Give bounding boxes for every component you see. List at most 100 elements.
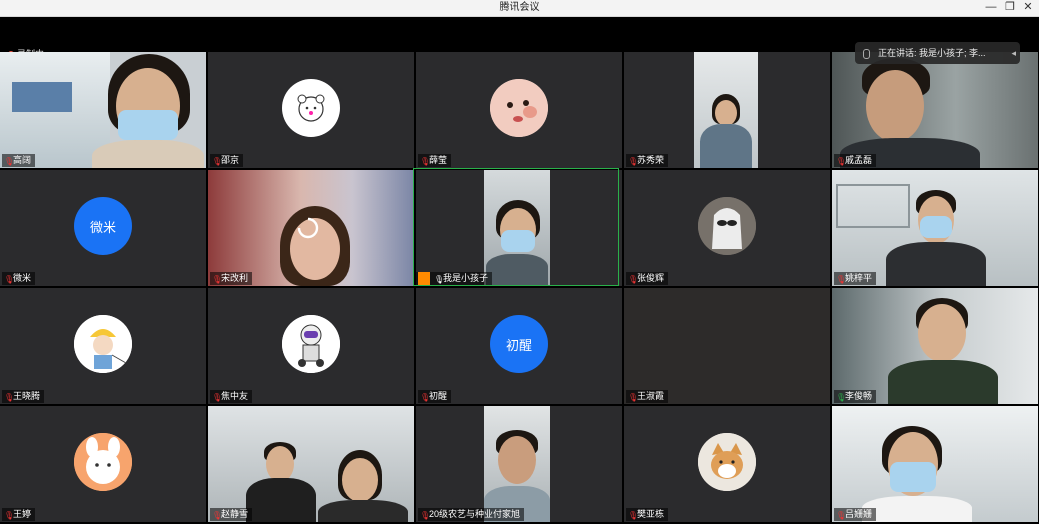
shirt — [318, 500, 408, 522]
video-feed — [484, 170, 550, 286]
mic-icon — [863, 48, 870, 59]
participant-tile[interactable]: 🎙高阔 — [0, 52, 206, 168]
mic-muted-icon: 🎙 — [4, 275, 15, 284]
shirt — [92, 140, 204, 168]
participant-name: 🎙高阔 — [2, 154, 36, 167]
participant-name: 🎙我是小孩子 — [416, 272, 493, 285]
mic-active-icon: 🎙 — [836, 393, 847, 402]
participant-tile[interactable]: 🎙吕姗姗 — [832, 406, 1038, 522]
shiba-dog-icon — [698, 433, 756, 491]
participant-tile[interactable]: 初醒 🎙初醒 — [416, 288, 622, 404]
face-mask — [890, 462, 936, 492]
shirt — [246, 478, 316, 522]
participant-tile[interactable]: 🎙王晓腾 — [0, 288, 206, 404]
jacket — [486, 254, 548, 286]
mic-active-icon: 🎙 — [434, 275, 445, 284]
child-photo-icon — [490, 79, 548, 137]
face — [342, 458, 378, 502]
participant-tile[interactable]: 🎙姚梓平 — [832, 170, 1038, 286]
avatar — [698, 433, 756, 491]
ghost-icon — [698, 197, 756, 255]
mic-muted-icon: 🎙 — [836, 511, 847, 520]
speaking-text: 正在讲话: 我是小孩子; 李... — [878, 48, 986, 58]
mic-muted-icon: 🎙 — [420, 393, 431, 402]
participant-tile[interactable]: 🎙王婷 — [0, 406, 206, 522]
face — [266, 446, 294, 482]
participant-name: 🎙苏秀荣 — [626, 154, 669, 167]
window-title: 腾讯会议 — [499, 2, 540, 13]
mic-muted-icon: 🎙 — [628, 275, 639, 284]
mic-muted-icon: 🎙 — [4, 393, 15, 402]
avatar — [74, 433, 132, 491]
face-mask — [118, 110, 178, 140]
mic-muted-icon: 🎙 — [628, 157, 639, 166]
cartoon-fisher-icon — [74, 315, 132, 373]
participant-name: 🎙焦中友 — [210, 390, 253, 403]
participant-name: 🎙王晓腾 — [2, 390, 45, 403]
mic-muted-icon: 🎙 — [628, 393, 639, 402]
participant-name: 🎙李俊畅 — [834, 390, 877, 403]
speaking-indicator: 正在讲话: 我是小孩子; 李... ◂ — [855, 42, 1020, 64]
avatar — [282, 79, 340, 137]
participant-tile[interactable]: 微米 🎙微米 — [0, 170, 206, 286]
close-icon[interactable]: ✕ — [1017, 0, 1039, 16]
participant-name: 🎙20级农艺与种业付家旭 — [418, 508, 525, 521]
video-grid: 🎙高阔 🎙邵京 🎙薛莹 🎙苏秀荣 🎙戚孟磊 微米 🎙微米 🎙宋改利 🎙我是小孩子… — [0, 52, 1039, 524]
jacket — [700, 124, 752, 168]
participant-tile[interactable]: 🎙邵京 — [208, 52, 414, 168]
participant-tile[interactable]: 🎙王淑霞 — [624, 288, 830, 404]
face-mask — [501, 230, 535, 252]
lab-shelf — [836, 184, 910, 228]
participant-tile[interactable]: 🎙戚孟磊 — [832, 52, 1038, 168]
avatar: 微米 — [74, 197, 132, 255]
mic-muted-icon: 🎙 — [4, 157, 15, 166]
participant-tile[interactable]: 🎙焦中友 — [208, 288, 414, 404]
mic-muted-icon: 🎙 — [420, 511, 431, 520]
face — [866, 70, 924, 142]
avatar: 初醒 — [490, 315, 548, 373]
participant-tile[interactable]: 🎙薛莹 — [416, 52, 622, 168]
video-feed — [484, 406, 550, 522]
video-feed — [694, 52, 758, 168]
participant-name: 🎙赵静雪 — [210, 508, 253, 521]
astronaut-icon — [282, 315, 340, 373]
participant-name: 🎙樊亚栋 — [626, 508, 669, 521]
participant-tile[interactable]: 🎙我是小孩子 — [416, 170, 622, 286]
mic-muted-icon: 🎙 — [4, 511, 15, 520]
participant-tile[interactable]: 🎙樊亚栋 — [624, 406, 830, 522]
collapse-icon[interactable]: ◂ — [1011, 42, 1016, 64]
mic-muted-icon: 🎙 — [212, 157, 223, 166]
avatar — [490, 79, 548, 137]
avatar — [282, 315, 340, 373]
title-bar: 腾讯会议 — ❐ ✕ — [0, 0, 1039, 17]
mic-muted-icon: 🎙 — [836, 275, 847, 284]
mic-muted-icon: 🎙 — [212, 275, 223, 284]
participant-name: 🎙邵京 — [210, 154, 244, 167]
participant-tile[interactable]: 🎙20级农艺与种业付家旭 — [416, 406, 622, 522]
participant-tile[interactable]: 🎙赵静雪 — [208, 406, 414, 522]
participant-name: 🎙王淑霞 — [626, 390, 669, 403]
host-badge-icon — [418, 272, 430, 285]
face — [715, 100, 737, 126]
mic-muted-icon: 🎙 — [420, 157, 431, 166]
loading-spinner-icon — [297, 217, 319, 239]
mic-muted-icon: 🎙 — [836, 157, 847, 166]
participant-name: 🎙初醒 — [418, 390, 452, 403]
participant-name: 🎙薛莹 — [418, 154, 452, 167]
avatar — [74, 315, 132, 373]
shirt — [888, 360, 998, 404]
participant-tile[interactable]: 🎙宋改利 — [208, 170, 414, 286]
mic-muted-icon: 🎙 — [212, 393, 223, 402]
participant-name: 🎙张俊辉 — [626, 272, 669, 285]
participant-tile[interactable]: 🎙苏秀荣 — [624, 52, 830, 168]
participant-name: 🎙微米 — [2, 272, 36, 285]
participant-name: 🎙戚孟磊 — [834, 154, 877, 167]
jacket — [886, 242, 986, 286]
participant-tile[interactable]: 🎙张俊辉 — [624, 170, 830, 286]
lab-shelf — [12, 82, 72, 112]
bunny-icon — [74, 433, 132, 491]
bear-icon — [297, 94, 325, 122]
participant-tile[interactable]: 🎙李俊畅 — [832, 288, 1038, 404]
shirt — [862, 496, 972, 522]
avatar — [698, 197, 756, 255]
